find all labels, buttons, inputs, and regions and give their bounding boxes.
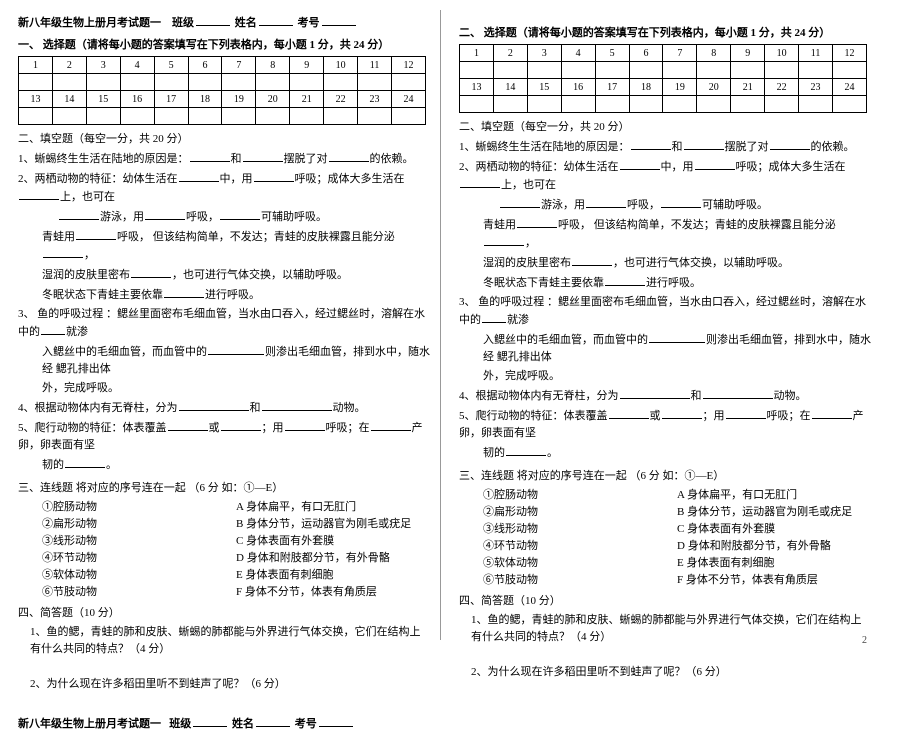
answer-table-right: 123456789101112 131415161718192021222324 — [459, 44, 867, 113]
page-number: 2 — [862, 635, 867, 646]
name-label: 姓名 — [235, 17, 257, 29]
class-label: 班级 — [172, 17, 194, 29]
answer-table: 123456789101112 131415161718192021222324 — [18, 56, 426, 125]
section2-title: 二、填空题（每空一分，共 20 分） — [18, 131, 430, 148]
table-row — [19, 108, 426, 125]
section1-title: 一、 选择题（请将每小题的答案填写在下列表格内，每小题 1 分，共 24 分） — [18, 36, 430, 52]
section1r-title: 二、 选择题（请将每小题的答案填写在下列表格内，每小题 1 分，共 24 分） — [459, 24, 871, 40]
match-block: ①腔肠动物②扁形动物③线形动物 ④环节动物⑤软体动物⑥节肢动物 A 身体扁平，有… — [42, 499, 430, 601]
table-row: 131415161718192021222324 — [19, 91, 426, 108]
num-label: 考号 — [298, 17, 320, 29]
header-left: 新八年级生物上册月考试题一 班级 姓名 考号 — [18, 14, 430, 30]
num-blank[interactable] — [322, 14, 356, 26]
q4-2: 2、为什么现在许多稻田里听不到蛙声了呢？（6 分） — [30, 676, 430, 693]
name-blank[interactable] — [259, 14, 293, 26]
table-row: 123456789101112 — [19, 57, 426, 74]
section3-title: 三、连线题 将对应的序号连在一起 （6 分 如：①—E） — [18, 480, 430, 497]
class-blank[interactable] — [196, 14, 230, 26]
q4-1: 1、鱼的鳃，青蛙的肺和皮肤、蜥蜴的肺都能与外界进行气体交换，它们在结构上有什么共… — [30, 624, 430, 658]
table-row — [19, 74, 426, 91]
exam-title: 新八年级生物上册月考试题一 — [18, 17, 161, 29]
header-repeat: 新八年级生物上册月考试题一 班级 姓名 考号 — [18, 715, 430, 731]
section4-title: 四、简答题（10 分） — [18, 605, 430, 622]
